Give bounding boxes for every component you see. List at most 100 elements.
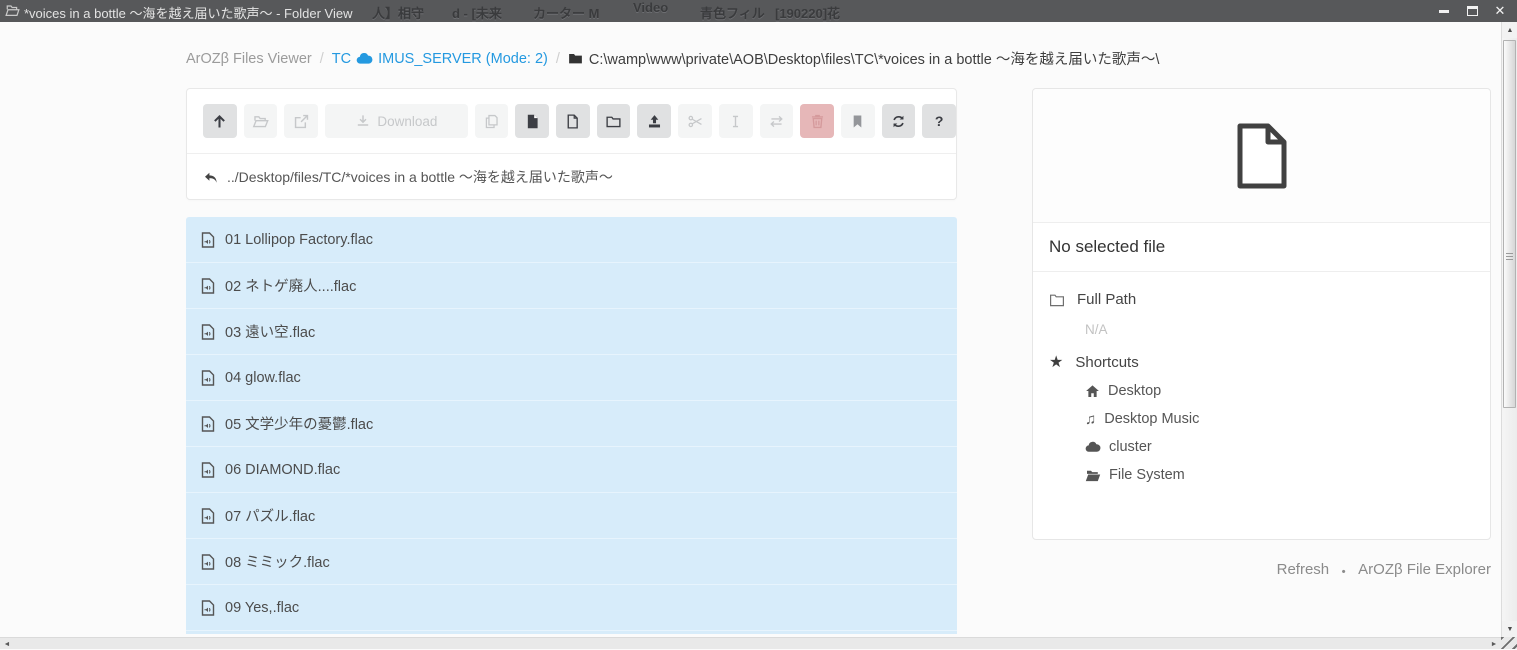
cloud-icon: [356, 52, 373, 65]
breadcrumb-separator: /: [320, 51, 324, 67]
cut-button[interactable]: [678, 104, 712, 138]
home-icon: [1085, 384, 1100, 398]
audio-file-icon: [201, 554, 215, 570]
scissors-icon: [687, 113, 704, 130]
file-name-label: 02 ネトゲ廃人....flac: [225, 275, 356, 296]
window-titlebar: *voices in a bottle ～海を越え届いた歌声～ - Folder…: [0, 0, 1517, 22]
shortcut-label: cluster: [1109, 439, 1152, 455]
shortcut-file-system[interactable]: File System: [1085, 467, 1474, 483]
upload-button[interactable]: [637, 104, 671, 138]
file-row[interactable]: 08 ミミック.flac: [186, 539, 957, 585]
new-folder-button[interactable]: [597, 104, 631, 138]
scroll-down-button[interactable]: ▼: [1502, 621, 1517, 637]
copy-icon: [483, 113, 500, 130]
bookmark-button[interactable]: [841, 104, 875, 138]
background-window-title: [190220]花: [775, 3, 840, 22]
file-row[interactable]: 02 ネトゲ廃人....flac: [186, 263, 957, 309]
shortcuts-row: ★ Shortcuts: [1049, 354, 1474, 371]
window-folder-icon: [5, 4, 20, 20]
download-icon: [355, 113, 371, 129]
new-file-button[interactable]: [556, 104, 590, 138]
audio-file-icon: [201, 600, 215, 616]
ibeam-icon: [727, 113, 744, 130]
vertical-scrollbar-thumb[interactable]: [1503, 40, 1516, 408]
copy-button[interactable]: [475, 104, 509, 138]
file-row[interactable]: 01 Lollipop Factory.flac: [186, 217, 957, 263]
bookmark-icon: [849, 113, 866, 130]
shortcut-label: Desktop Music: [1104, 411, 1199, 427]
full-path-label: Full Path: [1077, 291, 1136, 308]
help-button[interactable]: ?: [922, 104, 956, 138]
audio-file-icon: [201, 370, 215, 386]
server-name-label: IMUS_SERVER (Mode: 2): [378, 51, 548, 67]
breadcrumb-server-link[interactable]: TC IMUS_SERVER (Mode: 2): [332, 51, 548, 67]
current-directory-bar[interactable]: ../Desktop/files/TC/*voices in a bottle …: [187, 153, 956, 200]
file-name-label: 09 Yes,.flac: [225, 600, 299, 616]
background-window-title: d - [未来: [452, 3, 502, 22]
back-arrow-icon: [203, 170, 219, 185]
file-properties-panel: No selected file Full Path N/A ★ Shortcu…: [1032, 88, 1491, 540]
audio-file-icon: [201, 416, 215, 432]
horizontal-scrollbar[interactable]: ◄ ►: [0, 637, 1501, 649]
question-icon: ?: [935, 113, 944, 129]
refresh-button[interactable]: [882, 104, 916, 138]
folder-outline-icon: [1049, 293, 1065, 307]
file-row[interactable]: 04 glow.flac: [186, 355, 957, 401]
open-button[interactable]: [244, 104, 278, 138]
shortcut-desktop[interactable]: Desktop: [1085, 383, 1474, 399]
folder-open-icon: [1085, 469, 1101, 482]
file-name-label: 07 パズル.flac: [225, 505, 315, 526]
open-new-tab-button[interactable]: [284, 104, 318, 138]
file-name-label: 01 Lollipop Factory.flac: [225, 232, 373, 248]
delete-button[interactable]: [800, 104, 834, 138]
footer: Refresh ・ ArOZβ File Explorer: [1277, 561, 1491, 582]
file-list: 01 Lollipop Factory.flac 02 ネトゲ廃人....fla…: [186, 217, 957, 634]
paste-button[interactable]: [515, 104, 549, 138]
rename-button[interactable]: [719, 104, 753, 138]
app-name-link[interactable]: ArOZβ File Explorer: [1358, 561, 1491, 582]
refresh-icon: [890, 113, 907, 130]
audio-file-icon: [201, 508, 215, 524]
toolbar: Download: [187, 89, 956, 138]
scrollbar-grip: [1506, 253, 1513, 261]
scroll-left-button[interactable]: ◄: [0, 638, 14, 650]
shortcut-desktop-music[interactable]: ♫ Desktop Music: [1085, 411, 1474, 427]
window-resize-grip[interactable]: [1501, 637, 1517, 649]
audio-file-icon: [201, 462, 215, 478]
minimize-button[interactable]: [1435, 3, 1453, 19]
file-row[interactable]: 06 DIAMOND.flac: [186, 447, 957, 493]
background-window-title: Video: [633, 0, 668, 15]
preview-section: [1033, 89, 1490, 223]
shortcut-cluster[interactable]: cluster: [1085, 439, 1474, 455]
full-path-row: Full Path: [1049, 291, 1474, 308]
audio-file-icon: [201, 232, 215, 248]
folder-icon: [568, 52, 583, 65]
new-file-icon: [564, 113, 581, 130]
selection-status: No selected file: [1033, 223, 1490, 272]
server-prefix-label: TC: [332, 51, 351, 67]
full-path-value: N/A: [1085, 322, 1474, 337]
file-name-label: 06 DIAMOND.flac: [225, 462, 340, 478]
details-section: Full Path N/A ★ Shortcuts Desktop ♫ Desk…: [1033, 272, 1490, 502]
file-row[interactable]: 07 パズル.flac: [186, 493, 957, 539]
breadcrumb-current-path: C:\wamp\www\private\AOB\Desktop\files\TC…: [568, 48, 1159, 69]
trash-icon: [809, 113, 826, 130]
vertical-scrollbar[interactable]: ▲ ▼: [1501, 22, 1517, 637]
move-button[interactable]: [760, 104, 794, 138]
download-button[interactable]: Download: [325, 104, 468, 138]
file-row[interactable]: 09 Yes,.flac: [186, 585, 957, 631]
background-window-title: 青色フィル: [700, 3, 765, 22]
external-link-icon: [293, 113, 310, 130]
file-row[interactable]: 05 文学少年の憂鬱.flac: [186, 401, 957, 447]
footer-separator: ・: [1336, 561, 1351, 582]
refresh-link[interactable]: Refresh: [1277, 561, 1330, 582]
file-row[interactable]: 03 遠い空.flac: [186, 309, 957, 355]
close-button[interactable]: ✕: [1491, 3, 1509, 19]
scroll-up-button[interactable]: ▲: [1502, 22, 1517, 38]
go-up-button[interactable]: [203, 104, 237, 138]
audio-file-icon: [201, 324, 215, 340]
arrow-up-icon: [211, 113, 228, 130]
maximize-button[interactable]: [1463, 3, 1481, 19]
shortcuts-label: Shortcuts: [1075, 354, 1138, 371]
scroll-right-button[interactable]: ►: [1487, 638, 1501, 650]
